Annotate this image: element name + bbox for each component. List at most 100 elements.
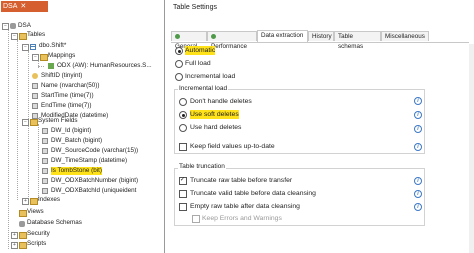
column-icon — [42, 158, 48, 164]
folder-icon — [30, 198, 38, 205]
radio-use-hard-deletes[interactable] — [179, 124, 187, 132]
label-truncate-raw: Truncate raw table before transfer — [190, 177, 293, 184]
info-icon[interactable]: i — [414, 111, 422, 119]
tab-label: Performance — [211, 43, 248, 50]
column-icon — [42, 138, 48, 144]
tab-label: History — [312, 33, 332, 40]
tab-miscellaneous[interactable]: Miscellaneous — [381, 31, 429, 41]
key-icon — [32, 73, 38, 79]
tree-item-scripts[interactable]: Scripts — [27, 240, 46, 248]
tree-item-mappings[interactable]: Mappings — [48, 52, 75, 60]
folder-icon — [19, 242, 27, 249]
tree-item-system-column[interactable]: DW_Batch (bigint) — [51, 137, 102, 145]
database-icon — [10, 23, 16, 29]
tree-item-mapping[interactable]: ODX (AW): HumanResources.S... — [57, 62, 152, 70]
checkbox-keep-field-values[interactable] — [179, 143, 187, 151]
document-tab[interactable]: DSA ✕ — [1, 1, 48, 12]
label-empty-raw: Empty raw table after data cleansing — [190, 203, 300, 210]
tree-item-column[interactable]: ShiftID (tinyint) — [41, 72, 82, 80]
info-icon[interactable]: i — [414, 177, 422, 185]
tab-general[interactable]: General — [171, 31, 207, 50]
tree-item-column[interactable]: EndTime (time(7)) — [41, 102, 92, 110]
info-icon[interactable]: i — [414, 190, 422, 198]
tab-bar: General Performance Data extraction Hist… — [171, 30, 469, 50]
tree-guide — [17, 40, 18, 200]
checkbox-truncate-raw[interactable] — [179, 176, 187, 185]
mapping-icon — [48, 63, 54, 69]
tab-label: Data extraction — [261, 32, 304, 39]
label-dont-handle-deletes: Don't handle deletes — [190, 98, 252, 105]
collapse-toggle[interactable]: − — [2, 23, 9, 30]
label-full-load: Full load — [185, 60, 211, 67]
tree-item-table-shift[interactable]: dbo.Shift* — [39, 42, 66, 50]
radio-dont-handle-deletes[interactable] — [179, 98, 187, 106]
tree-item-database-schemas[interactable]: Database Schemas — [27, 219, 82, 227]
tree-guide — [28, 51, 29, 203]
dialog-title: Table Settings — [173, 4, 217, 11]
checkbox-truncate-valid[interactable] — [179, 190, 187, 198]
info-icon[interactable]: i — [414, 97, 422, 105]
tree-item-system-column[interactable]: DW_TimeStamp (datetime) — [51, 157, 127, 165]
tree-item-column[interactable]: Name (nvarchar(50)) — [41, 82, 99, 90]
incremental-group-label: Incremental load — [178, 85, 229, 93]
radio-automatic[interactable] — [175, 47, 183, 55]
object-tree: DSA ✕ − DSA − Tables − dbo.Shift* − Mappi… — [0, 0, 165, 253]
expand-toggle[interactable]: + — [22, 198, 29, 205]
schema-icon — [19, 221, 25, 227]
expand-toggle[interactable]: + — [11, 232, 18, 239]
tree-item-indexes[interactable]: Indexes — [38, 196, 60, 204]
folder-icon — [19, 232, 27, 239]
tree-item-system-fields[interactable]: System Fields — [38, 117, 78, 125]
settings-icon — [175, 33, 180, 39]
performance-icon — [211, 33, 216, 39]
scrollbar[interactable] — [469, 44, 474, 253]
truncation-group-label: Table truncation — [178, 163, 226, 171]
expand-toggle[interactable]: + — [11, 242, 18, 249]
tab-label: Miscellaneous — [385, 33, 425, 40]
tree-item-tombstone[interactable]: Is TombStone (bit) — [51, 167, 102, 175]
table-settings-dialog: Table Settings General Performance Data … — [164, 0, 474, 253]
table-icon — [30, 44, 36, 50]
column-icon — [42, 188, 48, 194]
radio-use-soft-deletes[interactable] — [179, 111, 187, 119]
folder-icon — [30, 119, 38, 126]
collapse-toggle[interactable]: − — [22, 44, 29, 51]
tree-guide — [38, 66, 44, 67]
column-icon — [42, 168, 48, 174]
label-automatic: Automatic — [185, 46, 216, 55]
collapse-toggle[interactable]: − — [11, 33, 18, 40]
tree-item-system-column[interactable]: DW_ODXBatchNumber (bigint) — [51, 177, 138, 185]
label-use-hard-deletes: Use hard deletes — [190, 124, 242, 131]
document-tab-label: DSA — [3, 3, 18, 10]
info-icon[interactable]: i — [414, 203, 422, 211]
tree-item-system-column[interactable]: DW_ODXBatchId (uniqueident — [51, 187, 136, 195]
column-icon — [32, 93, 38, 99]
checkbox-keep-errors[interactable] — [192, 215, 200, 223]
tab-data-extraction[interactable]: Data extraction — [257, 30, 308, 42]
column-icon — [42, 148, 48, 154]
tree-item-column[interactable]: StartTime (time(7)) — [41, 92, 94, 100]
tab-performance[interactable]: Performance — [207, 31, 257, 50]
tab-history[interactable]: History — [308, 31, 334, 41]
tab-table-schemas[interactable]: Table schemas — [334, 31, 381, 50]
tree-root-dsa[interactable]: DSA — [18, 22, 31, 30]
tree-item-security[interactable]: Security — [27, 230, 50, 238]
info-icon[interactable]: i — [414, 125, 422, 133]
folder-icon — [40, 54, 48, 61]
collapse-toggle[interactable]: − — [22, 119, 29, 126]
checkbox-empty-raw[interactable] — [179, 203, 187, 211]
tree-guide — [38, 124, 39, 200]
close-icon[interactable]: ✕ — [20, 3, 26, 10]
collapse-toggle[interactable]: − — [32, 54, 39, 61]
tree-item-tables[interactable]: Tables — [27, 31, 45, 39]
radio-incremental-load[interactable] — [175, 73, 183, 81]
tree-item-system-column[interactable]: DW_SourceCode (varchar(15)) — [51, 147, 138, 155]
label-use-soft-deletes: Use soft deletes — [190, 110, 239, 119]
tree-item-views[interactable]: Views — [27, 208, 44, 216]
tree-item-system-column[interactable]: DW_Id (bigint) — [51, 127, 91, 135]
label-truncate-valid: Truncate valid table before data cleansi… — [190, 190, 316, 197]
info-icon[interactable]: i — [414, 143, 422, 151]
column-icon — [32, 83, 38, 89]
radio-full-load[interactable] — [175, 60, 183, 68]
column-icon — [42, 178, 48, 184]
